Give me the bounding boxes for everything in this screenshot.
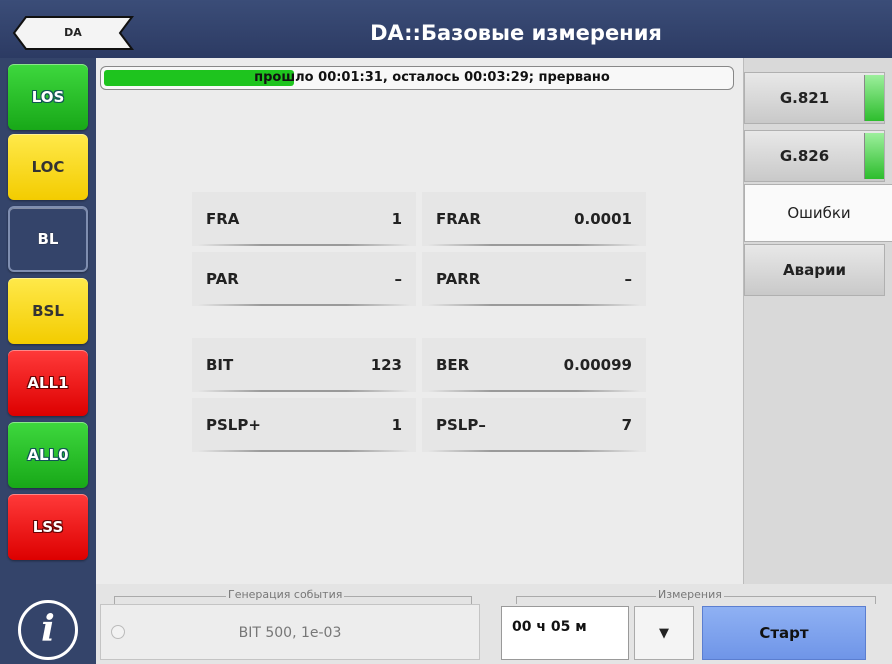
alarm-bsl[interactable]: BSL [8, 278, 88, 344]
alarm-all0[interactable]: ALL0 [8, 422, 88, 488]
alarm-lss[interactable]: LSS [8, 494, 88, 560]
metric-value: 0.0001 [574, 210, 632, 228]
tab-g821[interactable]: G.821 [744, 72, 885, 124]
tab-g826[interactable]: G.826 [744, 130, 885, 182]
tab-status-indicator [864, 75, 884, 121]
metric-key: PARR [436, 270, 481, 288]
tab-label: Аварии [783, 261, 846, 279]
metric-value: 0.00099 [563, 356, 632, 374]
tab-alarms[interactable]: Аварии [744, 244, 885, 296]
alarm-bl[interactable]: BL [8, 206, 88, 272]
metric-par: PAR – [192, 252, 416, 306]
metric-pslp-plus: PSLP+ 1 [192, 398, 416, 452]
event-group-title: Генерация события [226, 588, 345, 601]
metric-key: PSLP– [436, 416, 486, 434]
tab-label: G.821 [779, 89, 830, 107]
page-title: DA::Базовые измерения [370, 21, 662, 45]
metric-key: FRAR [436, 210, 481, 228]
tabs-panel: G.821 G.826 Ошибки Аварии [743, 58, 892, 584]
duration-dropdown-button[interactable]: ▼ [634, 606, 694, 660]
metric-key: BER [436, 356, 470, 374]
metric-key: FRA [206, 210, 240, 228]
metric-value: – [394, 270, 403, 288]
alarm-loc[interactable]: LOC [8, 134, 88, 200]
start-button[interactable]: Старт [702, 606, 866, 660]
tab-status-indicator [864, 133, 884, 179]
metric-key: PAR [206, 270, 239, 288]
metric-value: 7 [621, 416, 632, 434]
tab-label: G.826 [779, 147, 830, 165]
alarm-los[interactable]: LOS [8, 64, 88, 130]
metric-value: – [624, 270, 633, 288]
tab-label: Ошибки [787, 204, 851, 222]
metric-frar: FRAR 0.0001 [422, 192, 646, 246]
back-button-label: DA [64, 26, 82, 39]
metric-key: BIT [206, 356, 234, 374]
back-button[interactable]: DA [12, 16, 134, 50]
bottom-bar: Генерация события BIT 500, 1e-03 Измерен… [96, 584, 892, 664]
progress-bar: прошло 00:01:31, осталось 00:03:29; прер… [100, 66, 734, 90]
header-bar: DA DA::Базовые измерения [0, 0, 892, 66]
metric-ber: BER 0.00099 [422, 338, 646, 392]
metric-value: 1 [391, 210, 402, 228]
event-generation-field[interactable]: BIT 500, 1e-03 [100, 604, 480, 660]
main-panel: прошло 00:01:31, осталось 00:03:29; прер… [96, 58, 743, 584]
event-text: BIT 500, 1e-03 [238, 625, 342, 641]
metric-value: 123 [370, 356, 402, 374]
metric-fra: FRA 1 [192, 192, 416, 246]
chevron-down-icon: ▼ [659, 625, 669, 641]
info-icon[interactable]: i [18, 600, 78, 660]
measure-group-title: Измерения [656, 588, 724, 601]
metric-key: PSLP+ [206, 416, 261, 434]
alarm-sidebar: LOS LOC BL BSL ALL1 ALL0 LSS [0, 58, 96, 664]
tab-errors[interactable]: Ошибки [744, 184, 892, 242]
metric-bit: BIT 123 [192, 338, 416, 392]
alarm-all1[interactable]: ALL1 [8, 350, 88, 416]
metric-value: 1 [391, 416, 402, 434]
metric-pslp-minus: PSLP– 7 [422, 398, 646, 452]
metric-parr: PARR – [422, 252, 646, 306]
duration-field[interactable]: 00 ч 05 м [501, 606, 629, 660]
progress-text: прошло 00:01:31, осталось 00:03:29; прер… [254, 70, 610, 85]
